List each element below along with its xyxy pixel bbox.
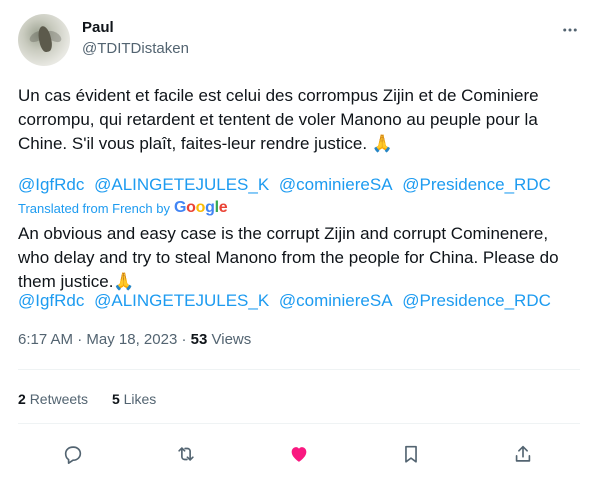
avatar[interactable] bbox=[18, 14, 70, 66]
reply-icon bbox=[64, 446, 82, 464]
bookmark-icon bbox=[405, 445, 417, 463]
share-icon bbox=[515, 445, 531, 462]
mention-link[interactable]: @IgfRdc bbox=[18, 291, 84, 310]
mention-link[interactable]: @ALINGETEJULES_K bbox=[94, 175, 269, 194]
retweet-icon bbox=[178, 447, 194, 461]
retweets-stat[interactable]: 2 Retweets bbox=[18, 391, 92, 407]
more-options-button[interactable] bbox=[558, 18, 582, 42]
author-name[interactable]: Paul bbox=[82, 19, 114, 36]
tweet-meta: 6:17 AM · May 18, 2023 · 53 Views bbox=[18, 331, 251, 348]
mention-link[interactable]: @ALINGETEJULES_K bbox=[94, 291, 269, 310]
meta-separator: · bbox=[77, 331, 83, 348]
more-icon bbox=[563, 28, 577, 32]
mention-link[interactable]: @cominiereSA bbox=[279, 291, 393, 310]
mention-link[interactable]: @Presidence_RDC bbox=[402, 291, 551, 310]
mention-link[interactable]: @IgfRdc bbox=[18, 175, 84, 194]
retweet-button[interactable] bbox=[173, 441, 199, 467]
tweet-date[interactable]: May 18, 2023 bbox=[86, 331, 177, 348]
translated-mentions: @IgfRdc @ALINGETEJULES_K @cominiereSA @P… bbox=[18, 289, 556, 313]
share-button[interactable] bbox=[510, 441, 536, 467]
tweet-detail: Paul @TDITDistaken Un cas évident et fac… bbox=[0, 0, 598, 480]
bookmark-button[interactable] bbox=[398, 441, 424, 467]
translated-from-label[interactable]: Translated from French by Google bbox=[18, 199, 228, 217]
likes-label: Likes bbox=[123, 391, 157, 407]
likes-count: 5 bbox=[111, 391, 120, 407]
mention-link[interactable]: @Presidence_RDC bbox=[402, 175, 551, 194]
author-handle[interactable]: @TDITDistaken bbox=[82, 40, 189, 57]
retweets-count: 2 bbox=[18, 391, 26, 407]
like-button[interactable] bbox=[286, 441, 312, 467]
retweets-label: Retweets bbox=[29, 391, 89, 407]
views-count: 53 bbox=[190, 331, 208, 348]
likes-stat[interactable]: 5 Likes bbox=[112, 391, 156, 407]
divider bbox=[18, 423, 580, 424]
google-logo: Google bbox=[173, 199, 228, 216]
tweet-time[interactable]: 6:17 AM bbox=[18, 331, 73, 348]
views-label: Views bbox=[211, 331, 252, 348]
original-mentions: @IgfRdc @ALINGETEJULES_K @cominiereSA @P… bbox=[18, 173, 556, 197]
tweet-translated-text: An obvious and easy case is the corrupt … bbox=[18, 224, 559, 291]
reply-button[interactable] bbox=[60, 441, 86, 467]
avatar-fly-body bbox=[36, 25, 54, 53]
tweet-original-text: Un cas évident et facile est celui des c… bbox=[18, 86, 539, 153]
meta-separator: · bbox=[181, 331, 187, 348]
action-bar bbox=[0, 441, 598, 467]
engagement-stats: 2 Retweets 5 Likes bbox=[18, 391, 176, 407]
translated-label-text: Translated from French by bbox=[18, 200, 170, 216]
divider bbox=[18, 369, 580, 370]
heart-icon bbox=[291, 447, 307, 462]
mention-link[interactable]: @cominiereSA bbox=[279, 175, 393, 194]
